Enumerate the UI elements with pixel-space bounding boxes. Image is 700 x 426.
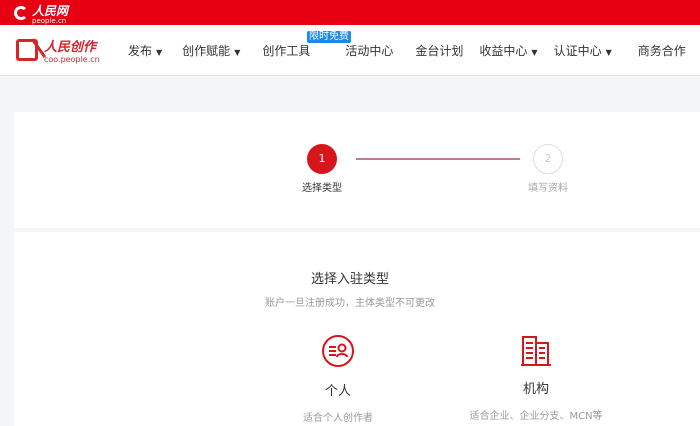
nav-item-jintai[interactable]: 金台计划	[415, 42, 463, 59]
brand-title: 人民创作	[44, 40, 97, 55]
section-title: 选择入驻类型	[310, 272, 389, 287]
section-subtitle: 账户一旦注册成功，主体类型不可更改	[265, 298, 435, 309]
free-badge: 限时免费	[307, 31, 351, 43]
step-label: 选择类型	[302, 183, 342, 194]
logo-sub: people.cn	[32, 17, 67, 25]
nav-label: 商务合作	[637, 44, 686, 58]
nav-label: 创作赋能	[182, 44, 231, 58]
step-1: 1 选择类型	[287, 144, 357, 194]
top-banner: 人民网 people.cn	[0, 0, 700, 25]
option-desc: 适合企业、企业分支、MCN等	[469, 411, 603, 422]
logo-mark-icon	[14, 5, 28, 20]
step-label: 填写资料	[528, 183, 568, 194]
person-card-icon	[322, 335, 354, 367]
option-desc: 适合个人创作者	[303, 413, 373, 424]
brand-domain: coo.people.cn	[44, 55, 100, 64]
nav-item-events[interactable]: 活动中心	[345, 42, 393, 59]
main-nav: 人民创作 coo.people.cn 发布 ▼ 创作赋能 ▼ 创作工具 活动中心 金台…	[0, 25, 700, 76]
logo-text: 人民网	[32, 4, 69, 18]
brand-logo[interactable]: 人民创作 coo.people.cn	[16, 36, 126, 64]
brand-n-icon	[16, 39, 38, 61]
option-title: 个人	[324, 384, 351, 399]
nav-item-business[interactable]: 商务合作	[638, 42, 686, 59]
caret-down-icon: ▼	[605, 48, 612, 57]
nav-label: 活动中心	[345, 44, 394, 58]
step-number: 1	[307, 144, 337, 174]
caret-down-icon: ▼	[156, 48, 163, 57]
option-individual[interactable]: 个人 适合个人创作者	[238, 334, 438, 424]
nav-label: 金台计划	[415, 44, 464, 58]
step-2: 2 填写资料	[513, 144, 583, 194]
nav-label: 发布	[128, 44, 153, 58]
nav-item-publish[interactable]: 发布 ▼	[128, 42, 162, 59]
option-title: 机构	[522, 382, 549, 397]
nav-item-empower[interactable]: 创作赋能 ▼	[182, 42, 240, 59]
nav-item-tools[interactable]: 创作工具	[262, 42, 310, 59]
people-cn-logo[interactable]: 人民网 people.cn	[14, 0, 68, 25]
caret-down-icon: ▼	[234, 48, 241, 57]
step-connector	[356, 158, 520, 160]
nav-label: 认证中心	[553, 44, 602, 58]
step-number: 2	[533, 144, 563, 174]
nav-label: 收益中心	[479, 44, 528, 58]
nav-item-verify[interactable]: 认证中心 ▼	[554, 42, 612, 59]
option-organization[interactable]: 机构 适合企业、企业分支、MCN等	[436, 334, 636, 422]
nav-label: 创作工具	[262, 44, 311, 58]
caret-down-icon: ▼	[531, 48, 538, 57]
steps-card	[14, 112, 700, 228]
building-icon	[521, 336, 551, 366]
nav-item-earnings[interactable]: 收益中心 ▼	[479, 42, 537, 59]
